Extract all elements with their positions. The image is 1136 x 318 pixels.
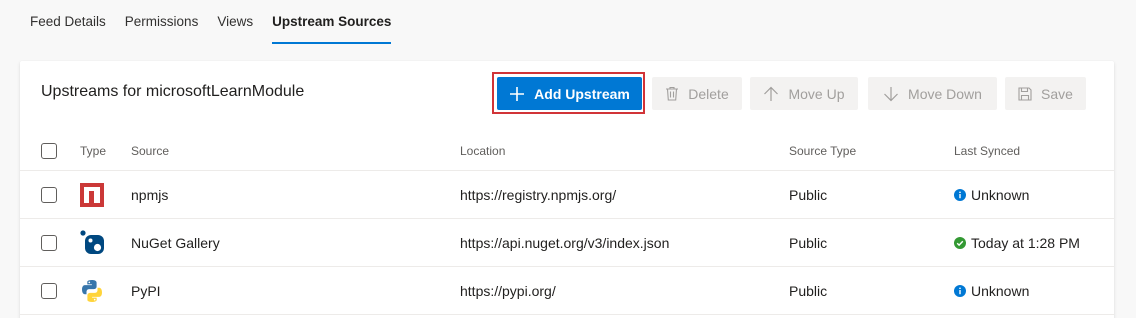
table-row[interactable]: NuGet Gallery https://api.nuget.org/v3/i… — [20, 219, 1114, 267]
header-type[interactable]: Type — [80, 131, 106, 170]
last-synced: Today at 1:28 PM — [954, 219, 1080, 266]
plus-icon — [509, 86, 525, 102]
move-down-button[interactable]: Move Down — [868, 77, 997, 110]
source-type: Public — [789, 186, 828, 203]
save-button[interactable]: Save — [1005, 77, 1086, 110]
row-checkbox[interactable] — [41, 234, 57, 251]
success-check-icon — [954, 236, 966, 249]
python-icon — [80, 267, 104, 314]
info-icon — [954, 188, 966, 201]
source-name: PyPI — [131, 282, 161, 299]
move-up-button[interactable]: Move Up — [750, 77, 858, 110]
last-synced-text: Unknown — [971, 282, 1030, 299]
tab-upstream-sources[interactable]: Upstream Sources — [272, 0, 392, 46]
location-url: https://pypi.org/ — [460, 282, 556, 299]
move-up-label: Move Up — [788, 85, 845, 102]
location-url: https://registry.npmjs.org/ — [460, 186, 617, 203]
tab-views[interactable]: Views — [217, 0, 253, 46]
save-label: Save — [1041, 85, 1073, 102]
info-icon — [954, 284, 966, 297]
tab-bar: Feed Details Permissions Views Upstream … — [30, 0, 410, 46]
move-down-label: Move Down — [908, 85, 982, 102]
location-url: https://api.nuget.org/v3/index.json — [460, 234, 670, 251]
delete-button[interactable]: Delete — [652, 77, 742, 110]
source-name: NuGet Gallery — [131, 234, 220, 251]
npm-icon — [80, 171, 104, 218]
last-synced: Unknown — [954, 171, 1029, 218]
source-type: Public — [789, 282, 828, 299]
nuget-icon — [80, 219, 106, 266]
add-upstream-label: Add Upstream — [534, 85, 630, 102]
last-synced-text: Today at 1:28 PM — [971, 234, 1080, 251]
upstreams-card: Upstreams for microsoftLearnModule Add U… — [20, 61, 1114, 318]
save-icon — [1018, 86, 1032, 101]
select-all-checkbox[interactable] — [41, 142, 57, 159]
row-checkbox[interactable] — [41, 282, 57, 299]
last-synced-text: Unknown — [971, 186, 1030, 203]
tab-permissions[interactable]: Permissions — [125, 0, 199, 46]
trash-icon — [665, 86, 679, 101]
row-checkbox[interactable] — [41, 186, 57, 203]
add-upstream-button[interactable]: Add Upstream — [497, 77, 642, 110]
arrow-up-icon — [763, 86, 779, 102]
header-source[interactable]: Source — [131, 131, 169, 170]
header-location[interactable]: Location — [460, 131, 505, 170]
upstreams-table: Type Source Location Source Type Last Sy… — [20, 131, 1114, 315]
source-type: Public — [789, 234, 828, 251]
table-row[interactable]: PyPI https://pypi.org/ Public Unknown — [20, 267, 1114, 315]
tab-feed-details[interactable]: Feed Details — [30, 0, 106, 46]
last-synced: Unknown — [954, 267, 1029, 314]
card-title: Upstreams for microsoftLearnModule — [41, 83, 305, 100]
source-name: npmjs — [131, 186, 169, 203]
table-header-row: Type Source Location Source Type Last Sy… — [20, 131, 1114, 171]
table-row[interactable]: npmjs https://registry.npmjs.org/ Public… — [20, 171, 1114, 219]
delete-label: Delete — [688, 85, 729, 102]
header-source-type[interactable]: Source Type — [789, 131, 856, 170]
arrow-down-icon — [883, 86, 899, 102]
header-last-synced[interactable]: Last Synced — [954, 131, 1020, 170]
